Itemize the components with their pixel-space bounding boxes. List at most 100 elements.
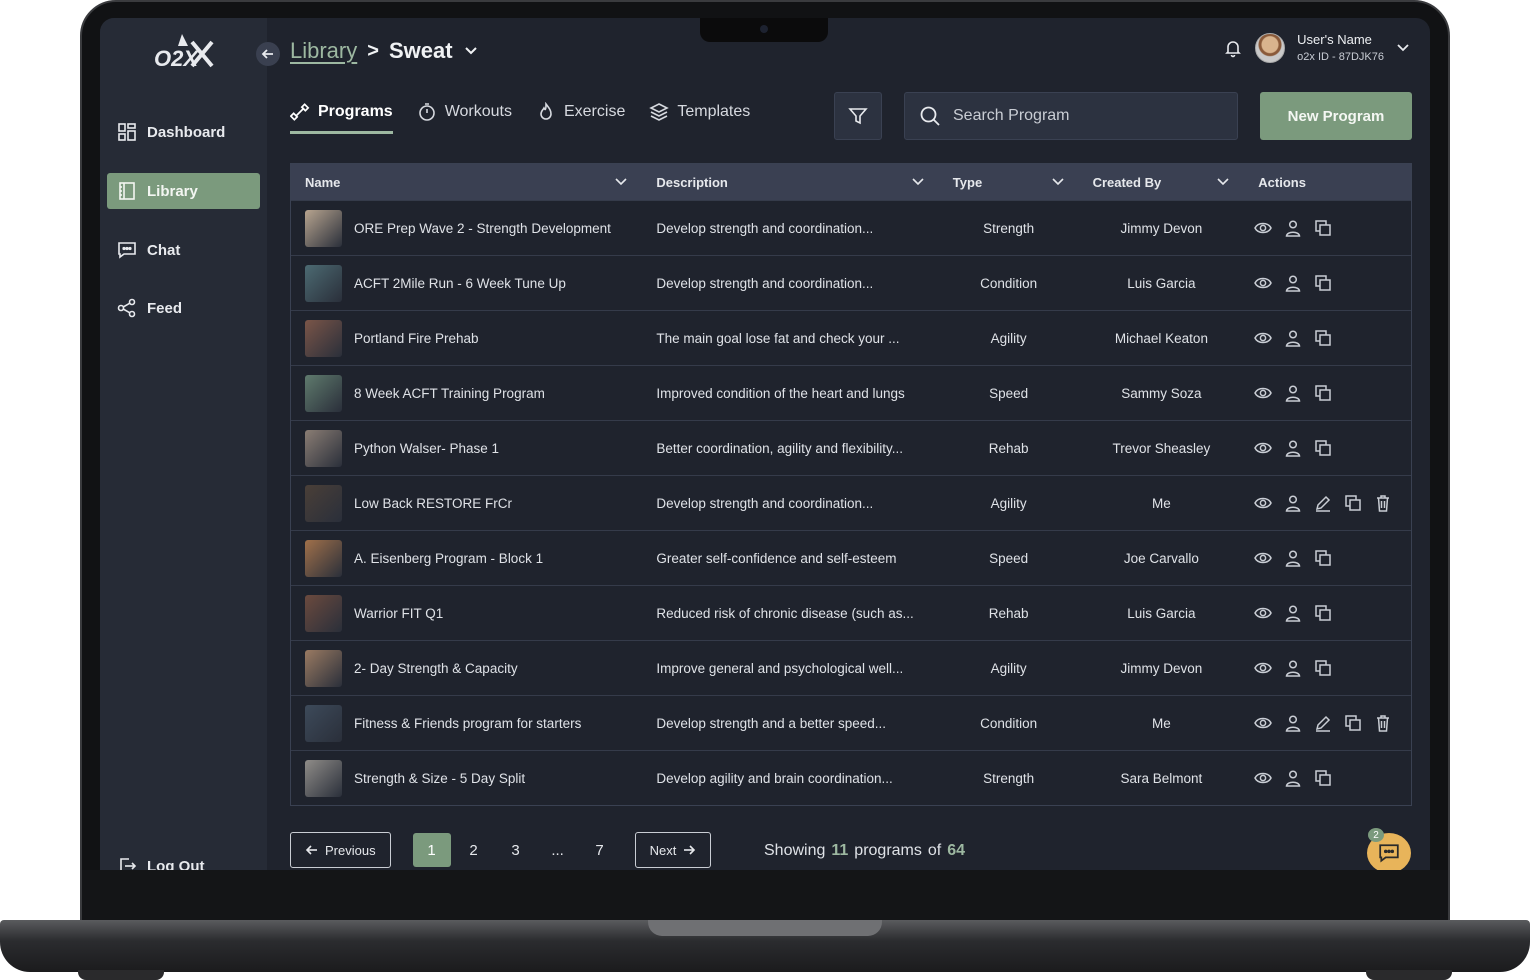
page-number[interactable]: 1 [412,833,451,867]
program-creator: Trevor Sheasley [1112,440,1211,456]
duplicate-icon[interactable] [1314,384,1332,402]
table-row[interactable]: Warrior FIT Q1 Reduced risk of chronic di… [291,585,1411,640]
view-icon[interactable] [1254,604,1273,622]
cell-actions [1244,366,1411,420]
duplicate-icon[interactable] [1344,714,1362,732]
chevron-down-icon[interactable] [463,43,479,59]
breadcrumb-current[interactable]: Sweat [389,38,453,64]
edit-icon[interactable] [1314,494,1332,512]
program-description: The main goal lose fat and check your ..… [656,330,900,346]
column-header-type[interactable]: Type [939,164,1079,200]
table-row[interactable]: ORE Prep Wave 2 - Strength Development De… [291,200,1411,255]
program-name[interactable]: 2- Day Strength & Capacity [354,661,518,676]
assign-user-icon[interactable] [1284,384,1302,402]
table-row[interactable]: ACFT 2Mile Run - 6 Week Tune Up Develop s… [291,255,1411,310]
program-name[interactable]: A. Eisenberg Program - Block 1 [354,551,543,566]
assign-user-icon[interactable] [1284,714,1302,732]
page-number[interactable]: 7 [581,833,619,867]
new-program-button[interactable]: New Program [1260,92,1412,140]
logout-button[interactable]: Log Out [107,848,260,870]
view-icon[interactable] [1254,549,1273,567]
filter-button[interactable] [834,92,882,140]
view-icon[interactable] [1254,219,1273,237]
user-menu[interactable]: User's Name o2x ID - 87DJK76 [1223,32,1410,63]
next-page-button[interactable]: Next [634,832,712,868]
duplicate-icon[interactable] [1314,219,1332,237]
table-row[interactable]: Python Walser- Phase 1 Better coordinatio… [291,420,1411,475]
view-icon[interactable] [1254,494,1273,512]
tab-templates[interactable]: Templates [649,98,750,126]
search-input[interactable] [953,107,1223,125]
sidebar-item-library[interactable]: Library [107,173,260,209]
delete-icon[interactable] [1374,714,1392,732]
column-header-description[interactable]: Description [642,164,938,200]
assign-user-icon[interactable] [1284,219,1302,237]
duplicate-icon[interactable] [1314,659,1332,677]
header-label: Actions [1258,174,1306,190]
tab-programs[interactable]: Programs [290,98,393,134]
view-icon[interactable] [1254,659,1273,677]
duplicate-icon[interactable] [1314,329,1332,347]
assign-user-icon[interactable] [1284,274,1302,292]
column-header-created-by[interactable]: Created By [1079,164,1245,200]
table-row[interactable]: Low Back RESTORE FrCr Develop strength an… [291,475,1411,530]
program-name[interactable]: 8 Week ACFT Training Program [354,386,545,401]
library-icon [119,182,135,200]
edit-icon[interactable] [1314,714,1332,732]
back-button[interactable] [256,42,280,66]
cell-actions [1244,531,1411,585]
previous-page-button[interactable]: Previous [290,832,391,868]
table-row[interactable]: 8 Week ACFT Training Program Improved con… [291,365,1411,420]
program-name[interactable]: Python Walser- Phase 1 [354,441,499,456]
assign-user-icon[interactable] [1284,439,1302,457]
sidebar-item-label: Library [147,182,198,200]
duplicate-icon[interactable] [1314,549,1332,567]
page-number[interactable]: 2 [455,833,493,867]
program-creator: Jimmy Devon [1120,220,1203,236]
sidebar-item-dashboard[interactable]: Dashboard [107,114,260,150]
view-icon[interactable] [1254,769,1273,787]
program-name[interactable]: Portland Fire Prehab [354,331,479,346]
duplicate-icon[interactable] [1314,769,1332,787]
duplicate-icon[interactable] [1314,274,1332,292]
tab-exercise[interactable]: Exercise [536,98,625,126]
program-name[interactable]: Low Back RESTORE FrCr [354,496,512,511]
page-number[interactable]: 3 [497,833,535,867]
view-icon[interactable] [1254,274,1273,292]
program-name[interactable]: Strength & Size - 5 Day Split [354,771,525,786]
column-header-name[interactable]: Name [291,164,642,200]
duplicate-icon[interactable] [1314,604,1332,622]
duplicate-icon[interactable] [1314,439,1332,457]
assign-user-icon[interactable] [1284,494,1302,512]
tab-workouts[interactable]: Workouts [417,98,512,126]
table-row[interactable]: A. Eisenberg Program - Block 1 Greater se… [291,530,1411,585]
table-row[interactable]: Portland Fire Prehab The main goal lose f… [291,310,1411,365]
view-icon[interactable] [1254,714,1273,732]
assign-user-icon[interactable] [1284,769,1302,787]
assign-user-icon[interactable] [1284,329,1302,347]
program-name[interactable]: ACFT 2Mile Run - 6 Week Tune Up [354,276,566,291]
sidebar-item-feed[interactable]: Feed [107,290,260,326]
view-icon[interactable] [1254,439,1273,457]
program-name[interactable]: Fitness & Friends program for starters [354,716,581,731]
delete-icon[interactable] [1374,494,1392,512]
duplicate-icon[interactable] [1344,494,1362,512]
dashboard-icon [118,123,136,141]
table-row[interactable]: Fitness & Friends program for starters De… [291,695,1411,750]
assign-user-icon[interactable] [1284,604,1302,622]
showing-mid: programs [854,842,922,859]
view-icon[interactable] [1254,384,1273,402]
breadcrumb-library-link[interactable]: Library [290,38,357,64]
bell-icon[interactable] [1223,38,1243,58]
chevron-down-icon[interactable] [1396,41,1410,55]
view-icon[interactable] [1254,329,1273,347]
table-row[interactable]: Strength & Size - 5 Day Split Develop agi… [291,750,1411,805]
sidebar-item-chat[interactable]: Chat [107,232,260,268]
avatar[interactable] [1255,32,1286,63]
program-name[interactable]: ORE Prep Wave 2 - Strength Development [354,221,611,236]
program-name[interactable]: Warrior FIT Q1 [354,606,443,621]
cell-created-by: Trevor Sheasley [1079,421,1245,475]
table-row[interactable]: 2- Day Strength & Capacity Improve genera… [291,640,1411,695]
assign-user-icon[interactable] [1284,549,1302,567]
assign-user-icon[interactable] [1284,659,1302,677]
